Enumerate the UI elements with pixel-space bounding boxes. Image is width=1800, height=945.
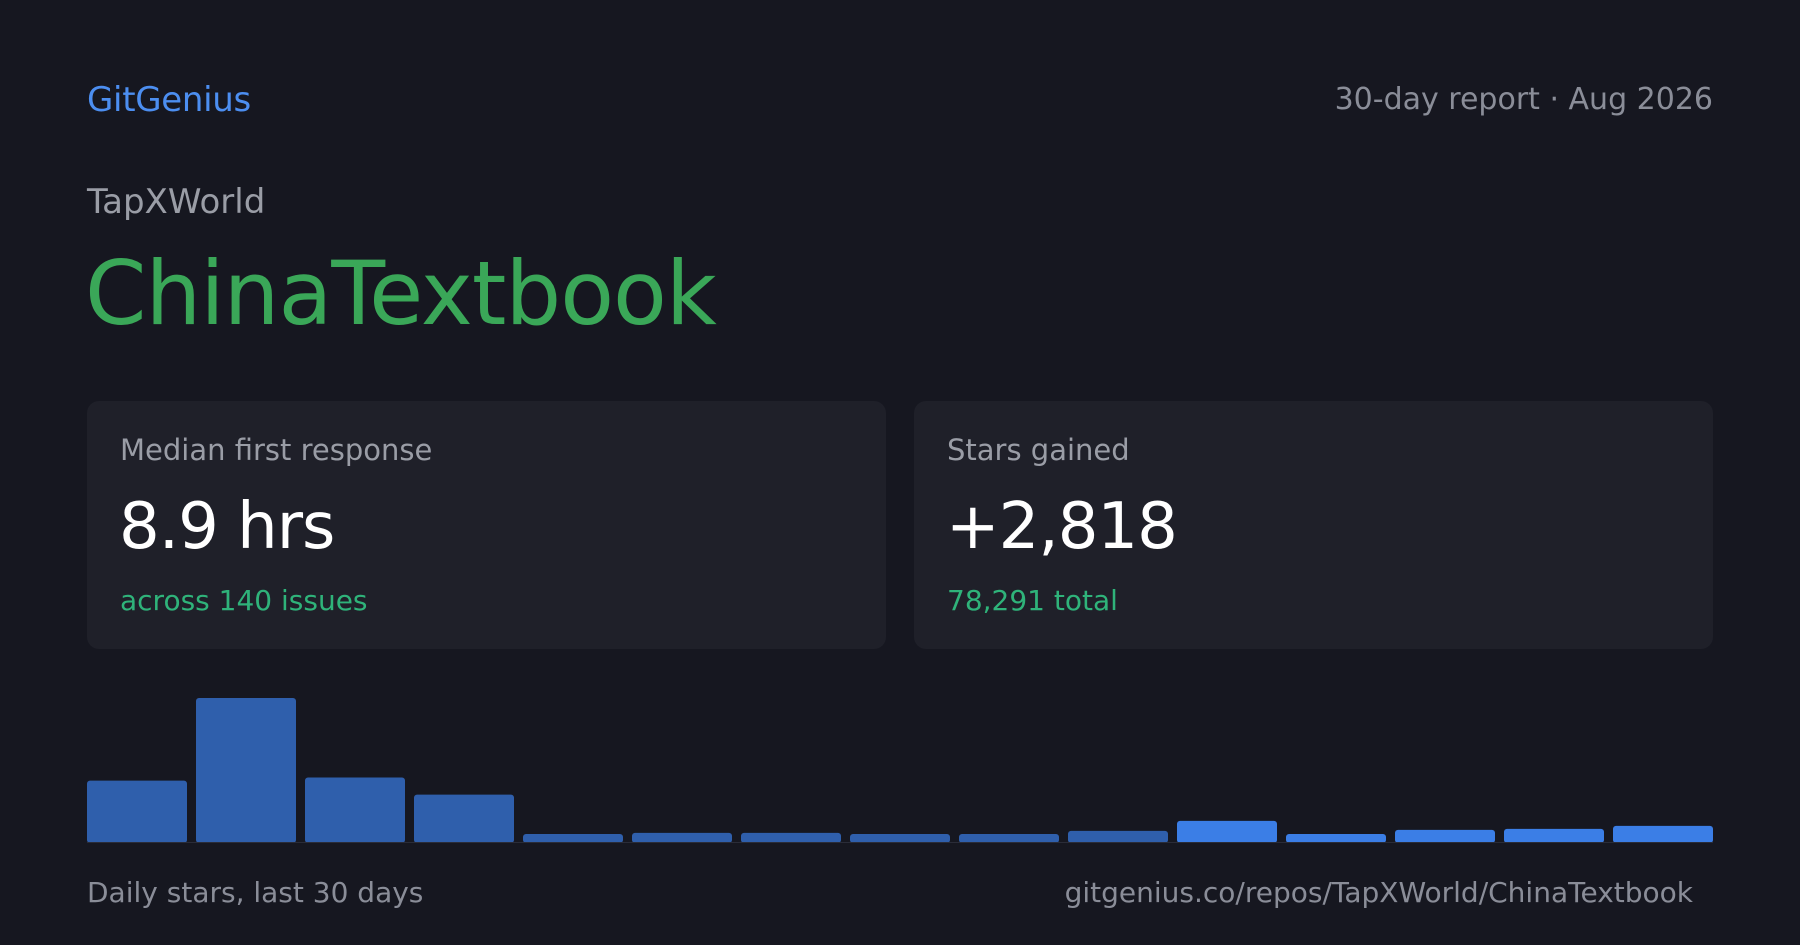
- repo-name[interactable]: ChinaTextbook: [85, 242, 717, 345]
- chart-bar: [1177, 820, 1277, 843]
- chart-bar: [1504, 828, 1604, 843]
- chart-bar: [523, 833, 623, 843]
- chart-bar: [632, 832, 732, 843]
- chart-bar: [305, 777, 405, 843]
- chart-bar: [1286, 833, 1386, 843]
- daily-stars-chart: [87, 698, 1713, 843]
- chart-bar: [1395, 829, 1495, 843]
- chart-bar: [1068, 830, 1168, 843]
- stat-subtext: across 140 issues: [120, 584, 368, 617]
- chart-bar: [87, 780, 187, 843]
- chart-bar: [741, 832, 841, 843]
- stat-subtext: 78,291 total: [947, 584, 1118, 617]
- repo-url[interactable]: gitgenius.co/repos/TapXWorld/ChinaTextbo…: [1065, 876, 1693, 909]
- repo-owner[interactable]: TapXWorld: [87, 182, 265, 222]
- stat-value: 8.9 hrs: [119, 490, 335, 564]
- stat-label: Stars gained: [947, 433, 1130, 467]
- chart-bar: [959, 833, 1059, 843]
- chart-bar: [414, 794, 514, 843]
- report-period: 30-day report · Aug 2026: [1334, 82, 1713, 117]
- chart-bar: [850, 833, 950, 843]
- chart-bar: [196, 698, 296, 843]
- brand-logo-text[interactable]: GitGenius: [87, 80, 251, 120]
- chart-bar: [1613, 825, 1713, 843]
- stat-card-first-response: Median first response 8.9 hrs across 140…: [87, 401, 886, 649]
- chart-caption: Daily stars, last 30 days: [87, 876, 424, 909]
- stat-card-stars-gained: Stars gained +2,818 78,291 total: [914, 401, 1713, 649]
- stat-label: Median first response: [120, 433, 433, 467]
- stat-value: +2,818: [946, 490, 1178, 564]
